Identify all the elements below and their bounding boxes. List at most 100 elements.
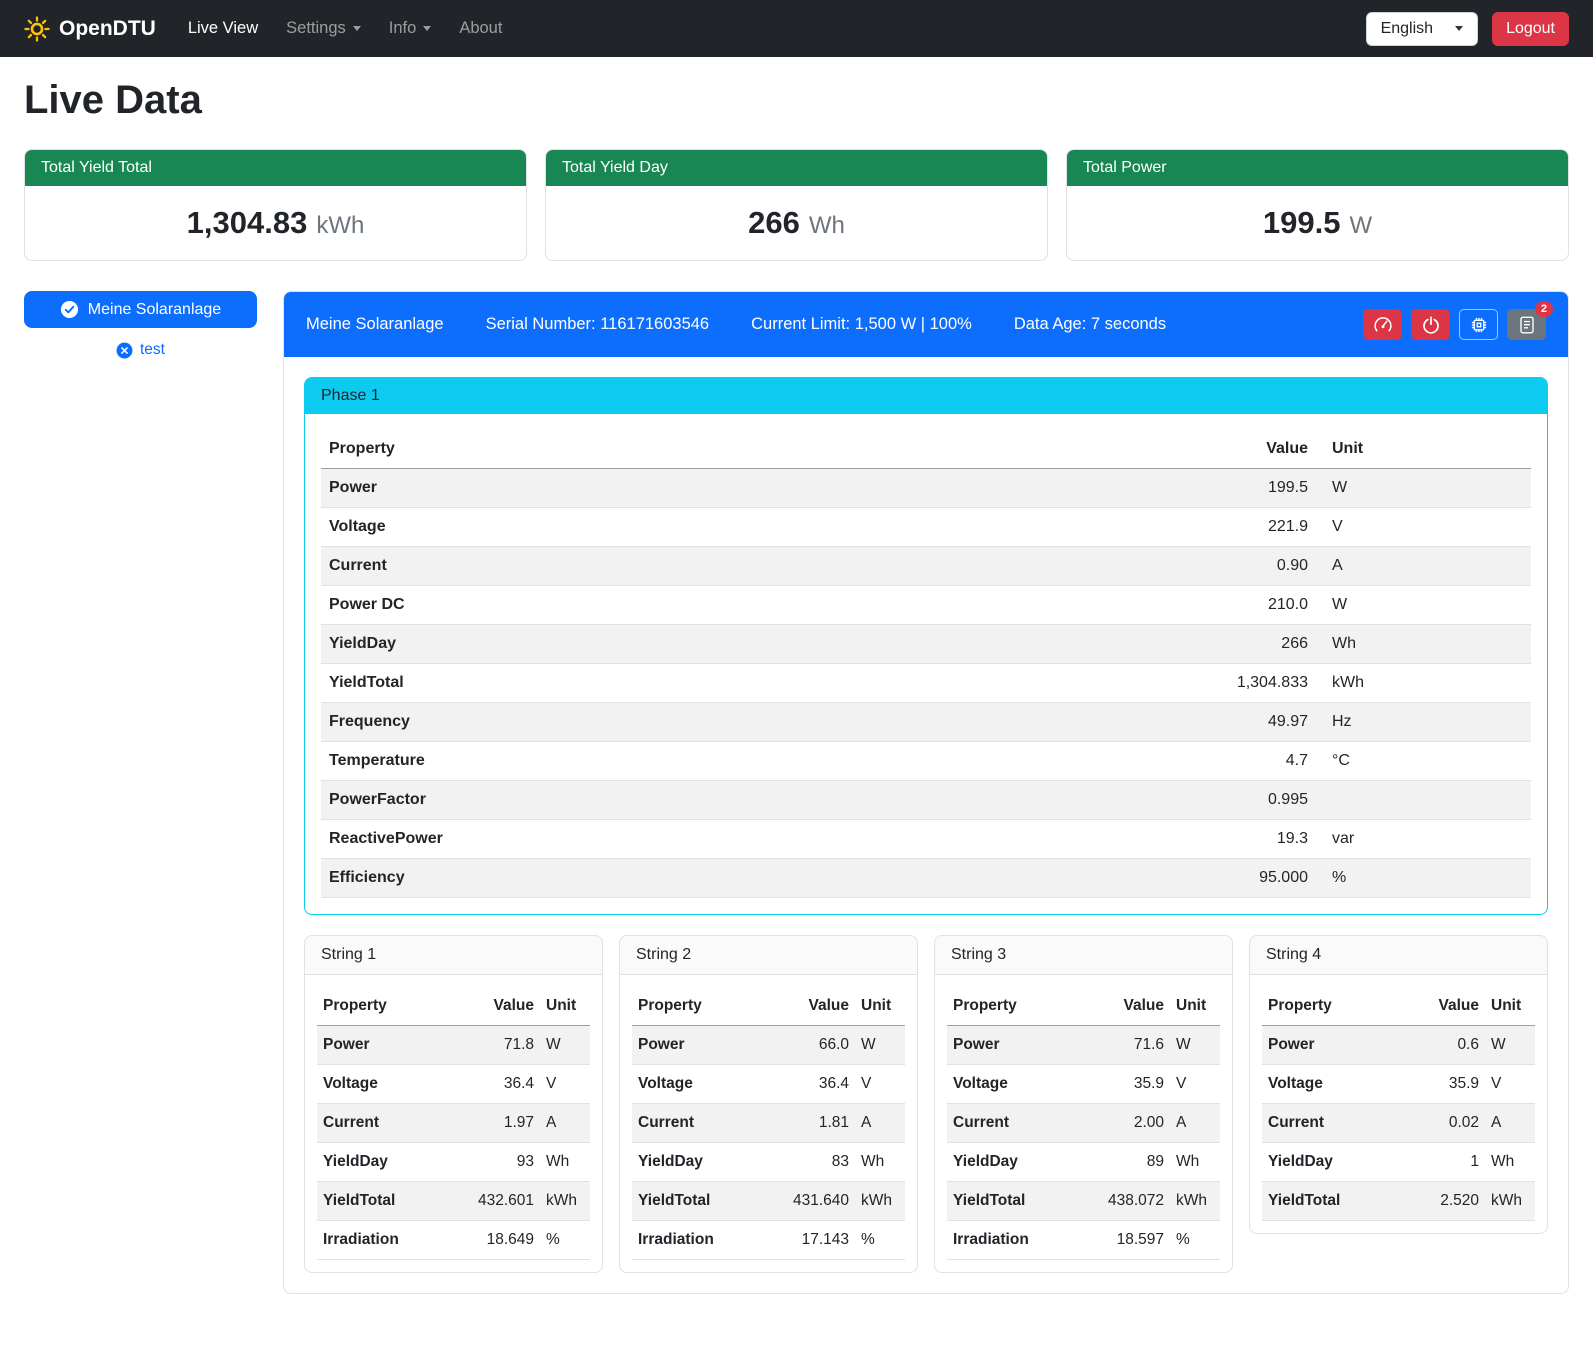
property-name: Current — [317, 1104, 468, 1143]
brand-link[interactable]: OpenDTU — [24, 16, 156, 42]
table-row: ReactivePower 19.3 var — [321, 820, 1531, 859]
property-value: 1,304.833 — [1201, 664, 1316, 703]
table-row: Irradiation 18.649 % — [317, 1221, 590, 1260]
inverter-sidebar: Meine Solaranlage test — [24, 291, 257, 359]
journal-text-icon — [1517, 315, 1537, 335]
table-row: Current 1.97 A — [317, 1104, 590, 1143]
column-header-property: Property — [317, 987, 468, 1026]
card-title: Total Yield Total — [25, 150, 526, 186]
card-body: 199.5W — [1067, 186, 1568, 260]
property-unit: kWh — [1316, 664, 1531, 703]
property-unit: A — [540, 1104, 590, 1143]
nav-about[interactable]: About — [447, 11, 514, 46]
nav-info[interactable]: Info — [377, 11, 444, 46]
property-name: Power — [1262, 1026, 1413, 1065]
string-4-card: String 4 Property Value Unit — [1249, 935, 1548, 1234]
inverter-panel: Meine Solaranlage Serial Number: 1161716… — [283, 291, 1569, 1294]
string-card-title: String 4 — [1250, 936, 1547, 975]
property-name: Current — [1262, 1104, 1413, 1143]
property-value: 95.000 — [1201, 859, 1316, 898]
language-value: English — [1381, 20, 1433, 38]
table-row: Efficiency 95.000 % — [321, 859, 1531, 898]
card-body: 266Wh — [546, 186, 1047, 260]
property-unit: % — [540, 1221, 590, 1260]
table-row: Power 71.8 W — [317, 1026, 590, 1065]
property-value: 0.6 — [1413, 1026, 1485, 1065]
sidebar-item-label: Meine Solaranlage — [88, 301, 221, 319]
sidebar-item-meine-solaranlage[interactable]: Meine Solaranlage — [24, 291, 257, 328]
language-select[interactable]: English — [1366, 12, 1478, 46]
property-unit: % — [855, 1221, 905, 1260]
property-unit — [1316, 781, 1531, 820]
property-unit: W — [1170, 1026, 1220, 1065]
property-unit: Wh — [1316, 625, 1531, 664]
property-name: YieldTotal — [317, 1182, 468, 1221]
property-name: YieldDay — [632, 1143, 783, 1182]
property-name: YieldTotal — [632, 1182, 783, 1221]
nav-settings[interactable]: Settings — [274, 11, 373, 46]
table-row: YieldDay 89 Wh — [947, 1143, 1220, 1182]
property-unit: °C — [1316, 742, 1531, 781]
property-unit: W — [1485, 1026, 1535, 1065]
column-header-value: Value — [468, 987, 540, 1026]
property-name: Power DC — [321, 586, 1201, 625]
property-name: Voltage — [947, 1065, 1098, 1104]
property-value: 221.9 — [1201, 508, 1316, 547]
property-value: 83 — [783, 1143, 855, 1182]
string-card-title: String 1 — [305, 936, 602, 975]
navbar-right: English Logout — [1366, 12, 1569, 46]
property-name: Voltage — [632, 1065, 783, 1104]
property-name: Irradiation — [317, 1221, 468, 1260]
sidebar-item-test[interactable]: test — [24, 341, 257, 359]
column-header-value: Value — [1413, 987, 1485, 1026]
table-row: YieldDay 1 Wh — [1262, 1143, 1535, 1182]
property-unit: var — [1316, 820, 1531, 859]
table-header-row: Property Value Unit — [321, 430, 1531, 469]
property-unit: Wh — [1485, 1143, 1535, 1182]
property-name: Voltage — [1262, 1065, 1413, 1104]
limit-settings-button[interactable] — [1363, 309, 1402, 340]
card-title: Total Yield Day — [546, 150, 1047, 186]
logout-button[interactable]: Logout — [1492, 12, 1569, 46]
property-unit: V — [1485, 1065, 1535, 1104]
property-value: 36.4 — [468, 1065, 540, 1104]
property-value: 2.00 — [1098, 1104, 1170, 1143]
table-row: Irradiation 18.597 % — [947, 1221, 1220, 1260]
column-header-value: Value — [1201, 430, 1316, 469]
brand-name: OpenDTU — [59, 17, 156, 41]
table-row: YieldTotal 1,304.833 kWh — [321, 664, 1531, 703]
property-value: 17.143 — [783, 1221, 855, 1260]
table-header-row: Property Value Unit — [317, 987, 590, 1026]
device-info-button[interactable] — [1459, 309, 1498, 340]
summary-cards-row: Total Yield Total 1,304.83 kWh Total Yiel… — [24, 149, 1569, 261]
card-value: 1,304.83 — [187, 205, 308, 240]
nav-live-view[interactable]: Live View — [176, 11, 270, 46]
property-value: 71.8 — [468, 1026, 540, 1065]
string-table: Property Value Unit Power — [1262, 987, 1535, 1221]
table-row: Voltage 221.9 V — [321, 508, 1531, 547]
total-power-card: Total Power 199.5W — [1066, 149, 1569, 261]
string-card-title: String 2 — [620, 936, 917, 975]
property-name: YieldDay — [321, 625, 1201, 664]
inverter-actions: 2 — [1363, 309, 1546, 340]
property-name: Voltage — [317, 1065, 468, 1104]
string-card-title: String 3 — [935, 936, 1232, 975]
total-yield-day-card: Total Yield Day 266Wh — [545, 149, 1048, 261]
property-unit: W — [855, 1026, 905, 1065]
property-value: 1.97 — [468, 1104, 540, 1143]
table-row: YieldDay 266 Wh — [321, 625, 1531, 664]
event-log-button[interactable]: 2 — [1507, 309, 1546, 340]
property-value: 18.649 — [468, 1221, 540, 1260]
property-value: 1 — [1413, 1143, 1485, 1182]
total-yield-total-card: Total Yield Total 1,304.83 kWh — [24, 149, 527, 261]
table-row: Current 0.90 A — [321, 547, 1531, 586]
nav-links: Live View Settings Info About — [176, 11, 515, 46]
property-value: 266 — [1201, 625, 1316, 664]
page-container: Live Data Total Yield Total 1,304.83kWh … — [0, 78, 1593, 1322]
property-name: YieldTotal — [1262, 1182, 1413, 1221]
power-control-button[interactable] — [1411, 309, 1450, 340]
phase-card-title: Phase 1 — [305, 378, 1547, 414]
phase-table: Property Value Unit Power 199.5 — [321, 430, 1531, 898]
card-unit: kWh — [316, 212, 364, 239]
string-1-card: String 1 Property Value Unit — [304, 935, 603, 1273]
